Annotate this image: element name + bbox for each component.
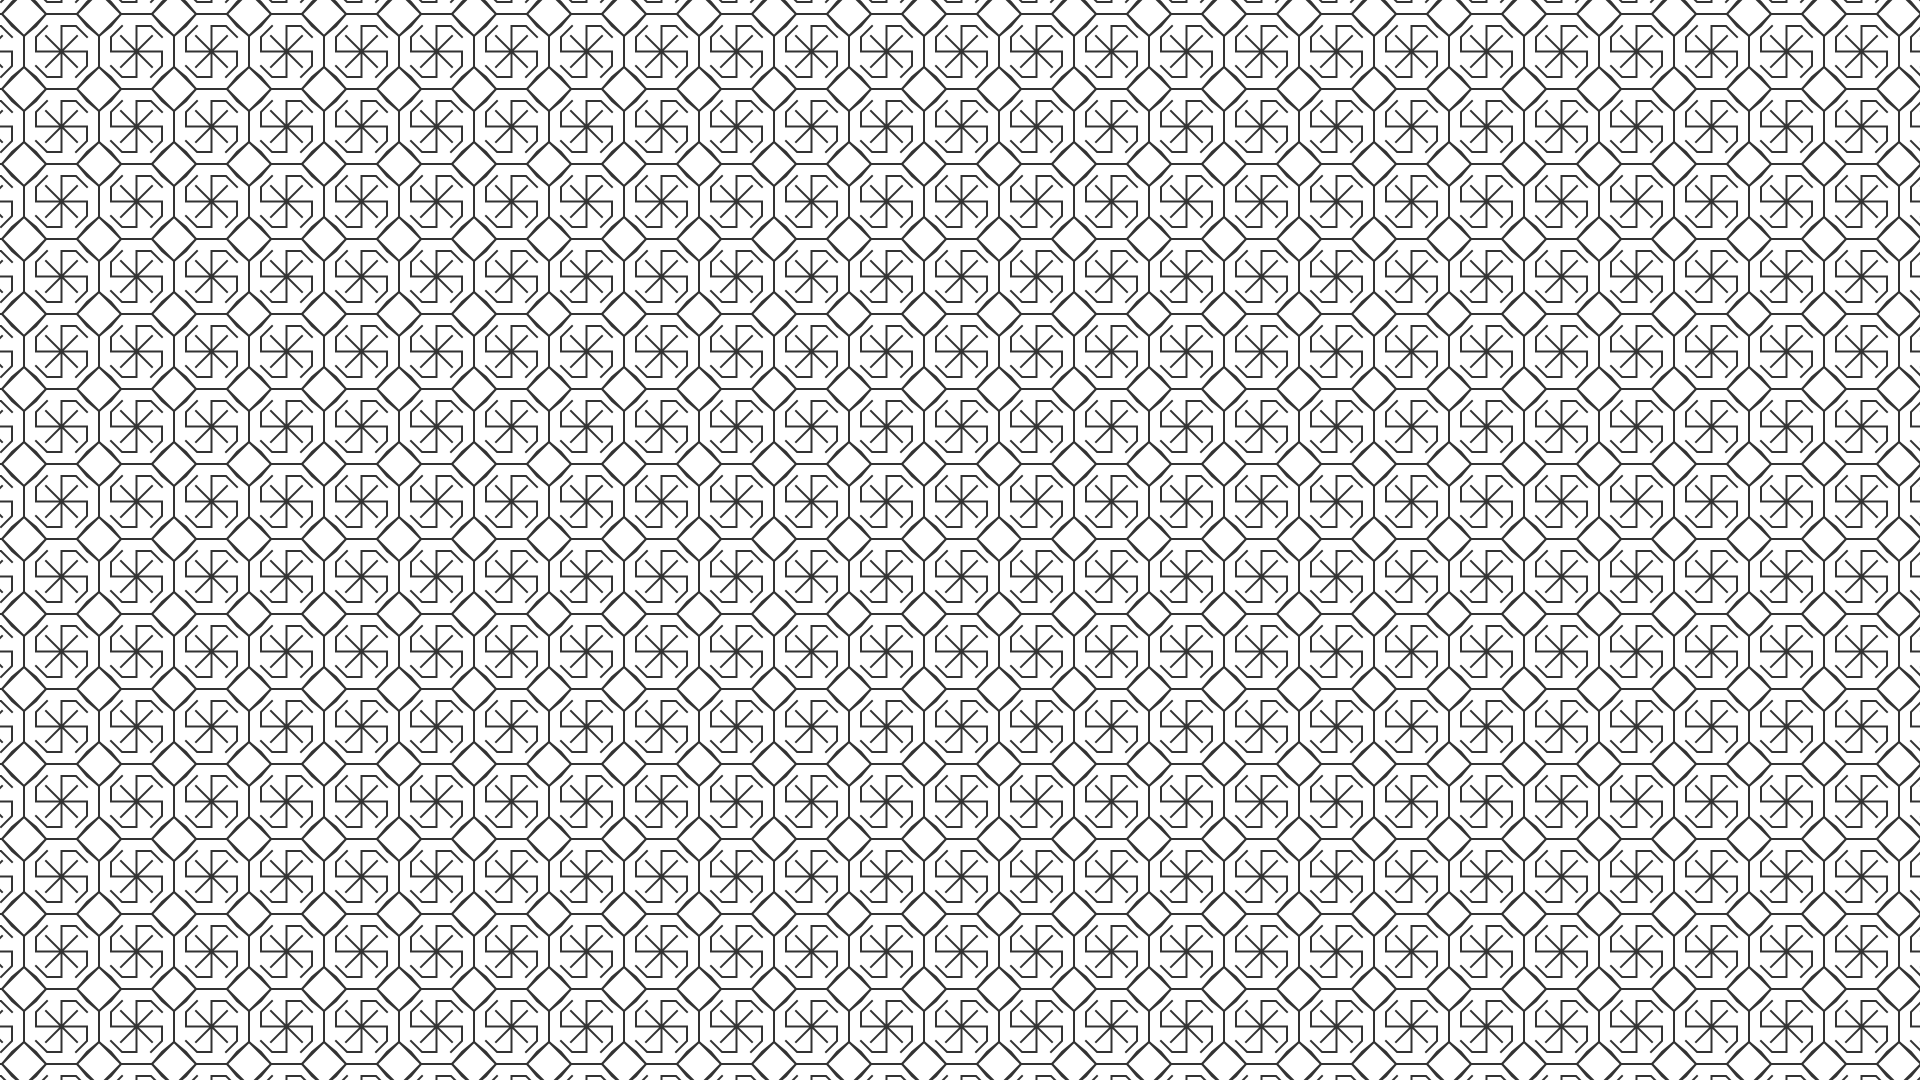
pattern-fill	[0, 0, 1920, 1080]
geometric-pattern-background	[0, 0, 1920, 1080]
